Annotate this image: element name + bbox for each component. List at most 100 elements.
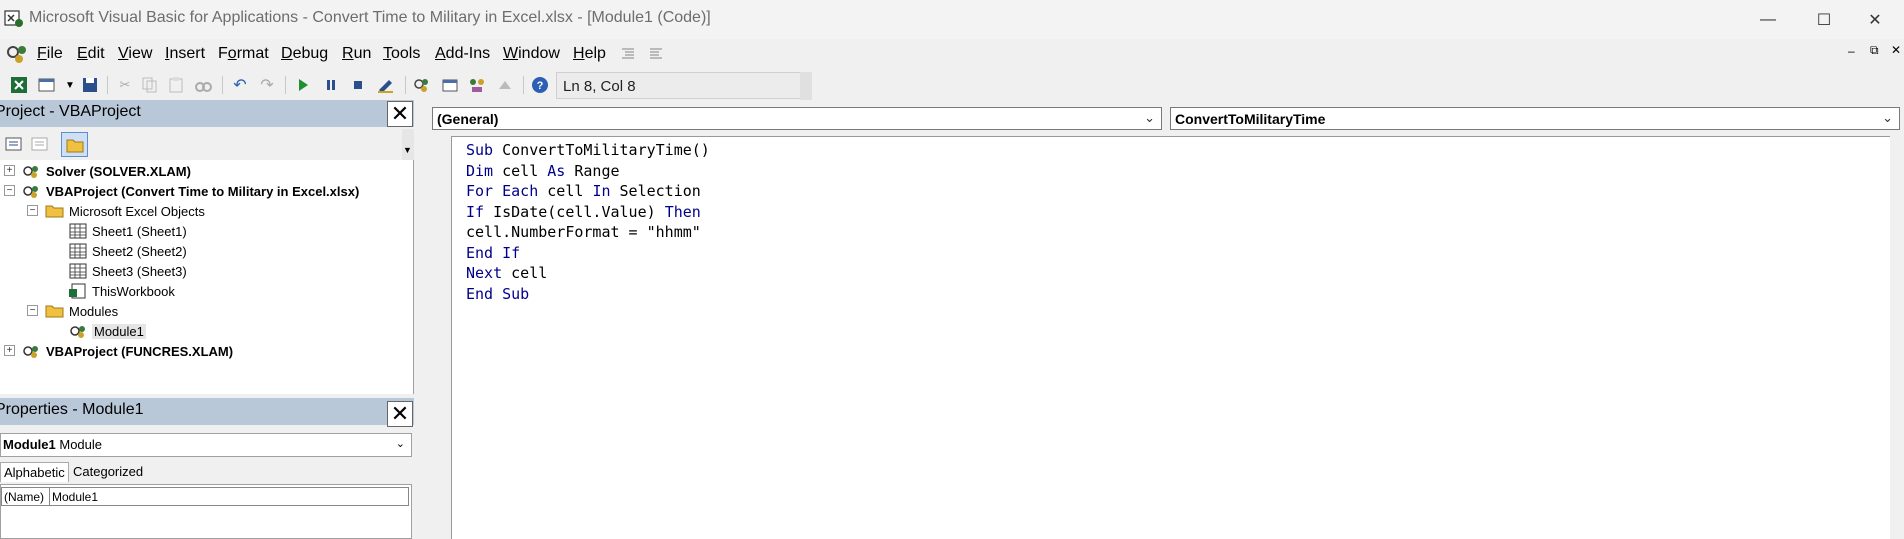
project-toolbar-scroll[interactable]: ▼ <box>402 129 414 160</box>
project-panel-label: Project - VBAProject <box>0 103 141 120</box>
tree-item-sheet2[interactable]: Sheet2 (Sheet2) <box>68 241 187 261</box>
design-mode-icon[interactable] <box>376 75 396 95</box>
properties-grid: (Name) Module1 <box>0 484 412 539</box>
properties-window-icon[interactable] <box>440 75 460 95</box>
properties-object-select[interactable]: Module1 Module ⌄ <box>0 433 412 457</box>
code-keyword: Sub <box>466 141 494 159</box>
code-line[interactable]: Sub ConvertToMilitaryTime() <box>466 141 710 159</box>
tree-item-module1[interactable]: Module1 <box>68 321 146 341</box>
code-line[interactable]: Next cell <box>466 264 547 282</box>
code-vertical-scrollbar[interactable] <box>1890 136 1904 539</box>
insert-userform-icon[interactable] <box>37 75 57 95</box>
workbook-icon <box>69 283 86 299</box>
close-button[interactable]: ✕ <box>1846 0 1904 39</box>
save-icon[interactable] <box>80 75 100 95</box>
find-icon[interactable] <box>193 75 213 95</box>
menu-view[interactable]: View <box>118 45 152 63</box>
run-icon[interactable] <box>293 75 313 95</box>
pane-splitter[interactable] <box>414 102 424 539</box>
undo-icon[interactable]: ↶ <box>230 75 250 95</box>
expand-solver[interactable]: + <box>4 165 15 176</box>
outdent-icon[interactable] <box>648 47 664 61</box>
vba-app-icon <box>4 10 23 27</box>
procedure-combo[interactable]: ConvertToMilitaryTime ⌄ <box>1170 107 1900 130</box>
maximize-button[interactable]: ☐ <box>1795 0 1853 39</box>
help-icon[interactable]: ? <box>530 75 550 95</box>
toolbox-icon[interactable] <box>495 75 515 95</box>
collapse-vbaproject[interactable]: − <box>4 185 15 196</box>
toolbar-grip[interactable] <box>800 72 812 100</box>
code-line[interactable]: Dim cell As Range <box>466 162 620 180</box>
menu-debug[interactable]: Debug <box>281 45 328 63</box>
collapse-modules[interactable]: − <box>27 305 38 316</box>
code-margin[interactable] <box>424 136 452 539</box>
project-explorer-icon[interactable] <box>412 75 432 95</box>
menu-run[interactable]: Run <box>342 45 371 63</box>
tree-item-solver[interactable]: Solver (SOLVER.XLAM) <box>22 161 191 181</box>
project-close-icon[interactable]: ✕ <box>387 101 413 127</box>
tree-label: Microsoft Excel Objects <box>69 203 205 219</box>
menu-insert[interactable]: Insert <box>165 45 205 63</box>
tree-item-sheet1[interactable]: Sheet1 (Sheet1) <box>68 221 187 241</box>
chevron-down-icon: ⌄ <box>395 438 405 450</box>
view-code-icon[interactable] <box>5 136 23 152</box>
menu-edit[interactable]: Edit <box>77 45 105 63</box>
minimize-button[interactable]: — <box>1739 0 1797 39</box>
mdi-restore-button[interactable]: ⧉ <box>1870 43 1879 58</box>
code-keyword: Next <box>466 264 503 282</box>
mdi-minimize-button[interactable]: – <box>1848 44 1855 58</box>
property-name: (Name) <box>4 490 45 504</box>
break-icon[interactable] <box>321 75 341 95</box>
code-keyword: As <box>547 161 566 180</box>
code-text: cell.NumberFormat = "hhmm" <box>466 223 701 241</box>
redo-icon[interactable]: ↷ <box>257 75 277 95</box>
project-tree: + Solver (SOLVER.XLAM) − VBAProject (Con… <box>0 160 414 394</box>
menu-file[interactable]: File <box>37 45 63 63</box>
tree-item-excel-objects[interactable]: Microsoft Excel Objects <box>45 201 205 221</box>
menu-help[interactable]: Help <box>573 45 606 63</box>
tree-item-modules[interactable]: Modules <box>45 301 118 321</box>
tab-alphabetic[interactable]: Alphabetic <box>0 462 69 482</box>
properties-panel-label: Properties - Module1 <box>0 401 144 418</box>
tree-item-thisworkbook[interactable]: ThisWorkbook <box>68 281 175 301</box>
tab-categorized[interactable]: Categorized <box>70 462 146 482</box>
property-row[interactable]: (Name) Module1 <box>1 487 409 506</box>
tree-item-sheet3[interactable]: Sheet3 (Sheet3) <box>68 261 187 281</box>
tree-item-vbaproject[interactable]: VBAProject (Convert Time to Military in … <box>22 181 359 201</box>
code-line[interactable]: For Each cell In Selection <box>466 182 701 200</box>
title-bar: Microsoft Visual Basic for Applications … <box>0 0 1904 39</box>
reset-icon[interactable] <box>348 75 368 95</box>
view-excel-icon[interactable] <box>9 75 29 95</box>
menu-add-ins[interactable]: Add-Ins <box>435 45 490 63</box>
paste-icon[interactable] <box>167 75 187 95</box>
property-value: Module1 <box>52 490 99 504</box>
code-keyword: For Each <box>466 182 539 200</box>
menu-bar: File Edit View Insert Format Debug Run T… <box>0 39 1904 69</box>
menu-tools[interactable]: Tools <box>383 45 420 63</box>
menu-window[interactable]: Window <box>503 45 560 63</box>
code-editor[interactable]: Sub ConvertToMilitaryTime() Dim cell As R… <box>452 136 1904 539</box>
expand-funcres[interactable]: + <box>4 345 15 356</box>
tree-item-funcres[interactable]: VBAProject (FUNCRES.XLAM) <box>22 341 233 361</box>
object-combo-value: (General) <box>437 111 499 127</box>
code-keyword: If <box>466 202 485 221</box>
indent-icon[interactable] <box>620 47 636 61</box>
cut-icon[interactable]: ✂ <box>115 75 135 95</box>
code-line[interactable]: If IsDate(cell.Value) Then <box>466 203 701 221</box>
code-line[interactable]: End Sub <box>466 285 529 303</box>
object-type: Module <box>59 437 102 452</box>
code-line[interactable]: End If <box>466 244 520 262</box>
collapse-excel-objects[interactable]: − <box>27 205 38 216</box>
menu-format[interactable]: Format <box>218 45 269 63</box>
toggle-folders-button[interactable] <box>61 132 88 157</box>
standard-toolbar: ▼ ✂ ↶ ↷ ? Ln 8, Col 8 <box>0 69 812 102</box>
object-combo[interactable]: (General) ⌄ <box>432 107 1162 130</box>
code-line[interactable]: cell.NumberFormat = "hhmm" <box>466 223 701 241</box>
insert-dropdown-icon[interactable]: ▼ <box>60 75 80 95</box>
mdi-close-button[interactable]: ✕ <box>1891 43 1901 57</box>
vba-project-icon <box>23 166 38 178</box>
view-object-icon[interactable] <box>31 136 49 152</box>
properties-close-icon[interactable]: ✕ <box>387 401 413 427</box>
object-browser-icon[interactable] <box>467 75 487 95</box>
copy-icon[interactable] <box>140 75 160 95</box>
